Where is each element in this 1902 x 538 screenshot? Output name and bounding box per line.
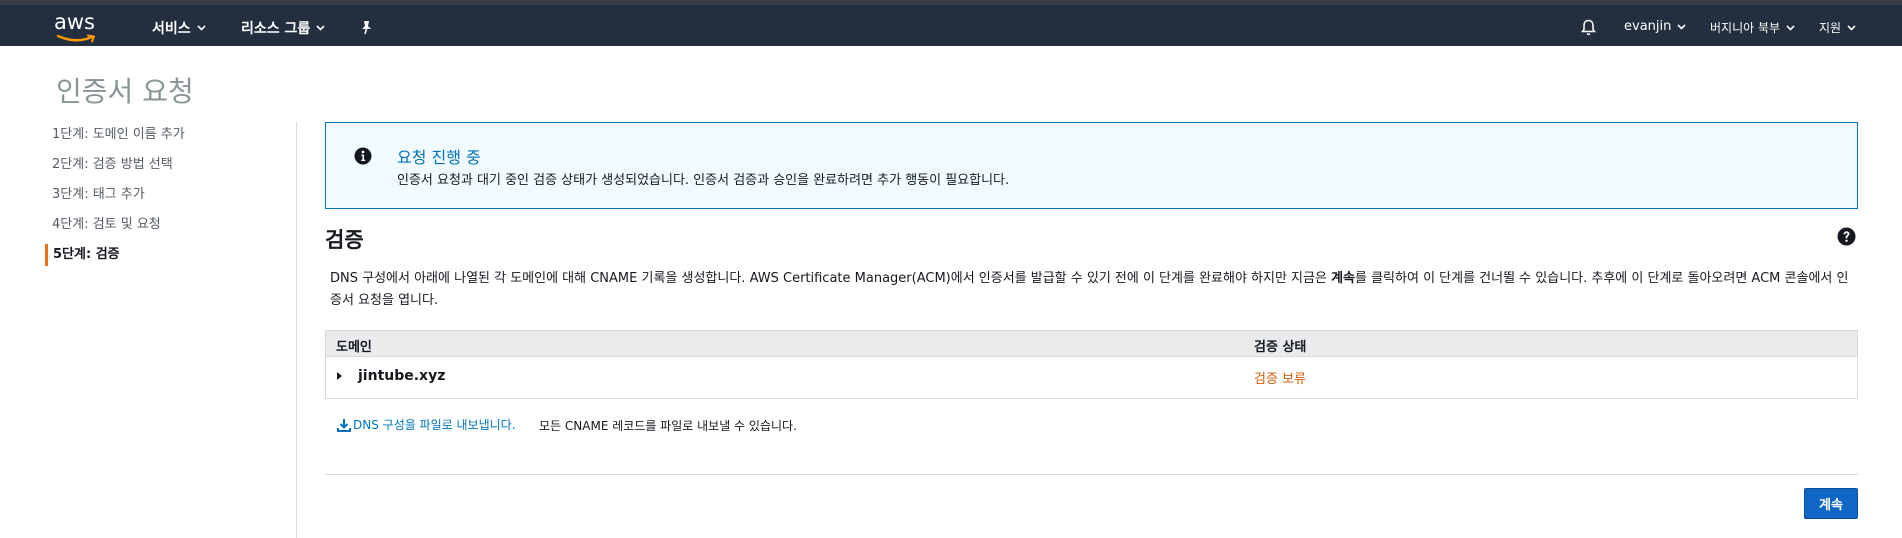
table-row: jintube.xyz 검증 보류 (326, 357, 1857, 398)
validation-description: DNS 구성에서 아래에 나열된 각 도메인에 대해 CNAME 기록을 생성합… (330, 268, 1860, 312)
alert-body: 인증서 요청과 대기 중인 검증 상태가 생성되었습니다. 인증서 검증과 승인… (397, 173, 1010, 188)
alert-title: 요청 진행 중 (397, 148, 481, 167)
pin-button[interactable] (360, 20, 373, 35)
export-note: 모든 CNAME 레코드를 파일로 내보낼 수 있습니다. (539, 419, 797, 433)
chevron-down-icon (1677, 23, 1686, 30)
export-dns-config-link[interactable]: DNS 구성을 파일로 내보냅니다. (337, 416, 516, 433)
wizard-step-3[interactable]: 3단계: 태그 추가 (45, 184, 295, 214)
wizard-step-1[interactable]: 1단계: 도메인 이름 추가 (45, 124, 295, 154)
continue-button[interactable]: 계속 (1804, 488, 1858, 519)
download-icon (337, 418, 351, 432)
section-title: 검증 (325, 228, 364, 252)
aws-logo[interactable]: aws (54, 10, 100, 43)
desc-continue-emphasis: 계속 (1331, 271, 1355, 286)
table-header: 도메인 검증 상태 (326, 331, 1857, 357)
pin-icon (362, 21, 371, 35)
bell-icon (1581, 19, 1596, 36)
chevron-down-icon (1847, 24, 1856, 31)
desc-text-before: DNS 구성에서 아래에 나열된 각 도메인에 대해 CNAME 기록을 생성합… (330, 271, 1332, 286)
top-navigation-bar: aws 서비스 리소스 그룹 evanjin 버지니아 북부 지원 (0, 0, 1902, 46)
logo-text: aws (54, 10, 95, 34)
chevron-down-icon (1786, 24, 1795, 31)
wizard-step-5-active[interactable]: 5단계: 검증 (45, 244, 295, 266)
domain-name: jintube.xyz (358, 368, 446, 384)
region-label: 버지니아 북부 (1710, 21, 1781, 35)
user-name: evanjin (1624, 19, 1672, 34)
wizard-step-4[interactable]: 4단계: 검토 및 요청 (45, 214, 295, 244)
domain-validation-table: 도메인 검증 상태 jintube.xyz 검증 보류 (325, 330, 1858, 399)
export-link-label: DNS 구성을 파일로 내보냅니다. (353, 418, 516, 432)
aws-smile-icon (56, 34, 95, 43)
bottom-divider (325, 474, 1858, 475)
wizard-step-2[interactable]: 2단계: 검증 방법 선택 (45, 154, 295, 184)
help-icon[interactable] (1837, 227, 1856, 246)
expand-row-icon[interactable] (337, 372, 342, 380)
chevron-down-icon (316, 25, 325, 31)
resource-groups-menu[interactable]: 리소스 그룹 (241, 18, 325, 38)
validation-status: 검증 보류 (1254, 372, 1306, 387)
page-title: 인증서 요청 (56, 75, 194, 108)
services-menu[interactable]: 서비스 (152, 18, 206, 38)
column-header-domain: 도메인 (336, 340, 372, 355)
services-label: 서비스 (152, 21, 191, 37)
notifications-button[interactable] (1581, 19, 1596, 36)
column-header-status: 검증 상태 (1254, 340, 1307, 355)
region-menu[interactable]: 버지니아 북부 (1710, 19, 1795, 36)
info-icon (354, 147, 372, 165)
chevron-down-icon (197, 25, 206, 31)
support-menu[interactable]: 지원 (1819, 19, 1856, 36)
wizard-steps-sidebar: 1단계: 도메인 이름 추가 2단계: 검증 방법 선택 3단계: 태그 추가 … (45, 124, 295, 266)
request-in-progress-alert: 요청 진행 중 인증서 요청과 대기 중인 검증 상태가 생성되었습니다. 인증… (325, 122, 1858, 209)
resource-groups-label: 리소스 그룹 (241, 21, 311, 37)
support-label: 지원 (1819, 21, 1842, 35)
user-menu[interactable]: evanjin (1624, 19, 1686, 34)
sidebar-divider (296, 122, 297, 538)
